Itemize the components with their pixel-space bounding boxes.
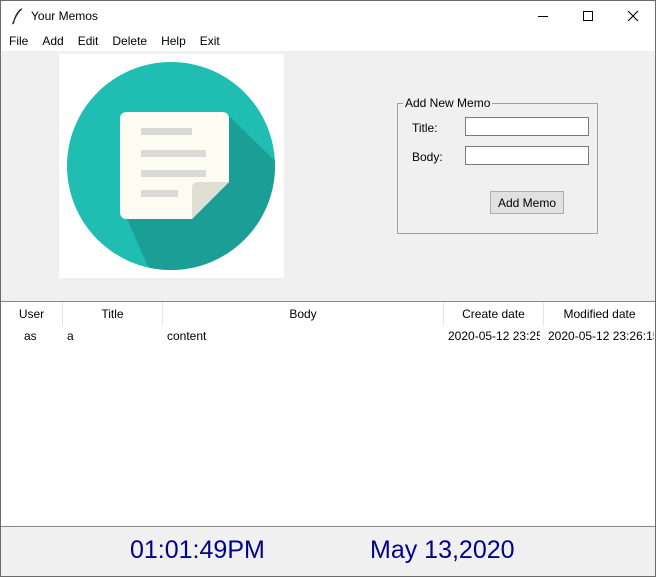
title-bar[interactable]: Your Memos <box>1 1 655 31</box>
add-memo-legend: Add New Memo <box>403 96 493 110</box>
menu-help[interactable]: Help <box>154 31 193 51</box>
column-header-modified-date[interactable]: Modified date <box>544 302 655 326</box>
close-icon <box>627 10 639 22</box>
app-window: Your Memos File Add Edit Delete Help Exi… <box>0 0 656 577</box>
logo-image <box>59 54 284 278</box>
clock-time: 01:01:49PM <box>130 536 265 564</box>
top-panel: Add New Memo Title: Body: Add Memo <box>1 51 655 301</box>
status-bar: 01:01:49PM May 13,2020 <box>1 527 655 576</box>
clock-date: May 13,2020 <box>370 536 515 564</box>
close-button[interactable] <box>610 1 655 31</box>
add-memo-frame: Add New Memo Title: Body: Add Memo <box>397 96 598 234</box>
feather-icon <box>12 8 23 25</box>
logo-line <box>141 150 206 157</box>
logo-line <box>141 170 206 177</box>
logo-line <box>141 128 192 135</box>
menu-exit[interactable]: Exit <box>193 31 227 51</box>
cell-create-date: 2020-05-12 23:25: <box>448 329 540 343</box>
column-header-create-date[interactable]: Create date <box>444 302 544 326</box>
menu-add[interactable]: Add <box>35 31 70 51</box>
cell-title: a <box>67 329 74 343</box>
body-label: Body: <box>412 150 443 164</box>
memo-note-icon <box>67 62 275 270</box>
table-header: User Title Body Create date Modified dat… <box>1 302 655 326</box>
cell-body: content <box>167 329 207 343</box>
menu-edit[interactable]: Edit <box>71 31 106 51</box>
menu-file[interactable]: File <box>1 31 35 51</box>
memo-table[interactable]: User Title Body Create date Modified dat… <box>1 301 655 527</box>
cell-user: as <box>24 329 37 343</box>
logo-line <box>141 190 178 197</box>
maximize-button[interactable] <box>565 1 611 31</box>
menu-delete[interactable]: Delete <box>105 31 154 51</box>
table-row[interactable]: as a content 2020-05-12 23:25: 2020-05-1… <box>1 326 655 346</box>
column-header-title[interactable]: Title <box>63 302 163 326</box>
window-title: Your Memos <box>31 9 98 23</box>
maximize-icon <box>583 11 593 21</box>
cell-modified-date: 2020-05-12 23:26:15 <box>548 329 654 343</box>
body-input[interactable] <box>465 146 589 165</box>
column-header-body[interactable]: Body <box>163 302 444 326</box>
column-header-user[interactable]: User <box>1 302 63 326</box>
minimize-button[interactable] <box>520 1 566 31</box>
title-label: Title: <box>412 121 438 135</box>
menu-bar: File Add Edit Delete Help Exit <box>1 31 655 51</box>
add-memo-button[interactable]: Add Memo <box>490 191 564 214</box>
title-input[interactable] <box>465 117 589 136</box>
minimize-icon <box>538 16 548 17</box>
